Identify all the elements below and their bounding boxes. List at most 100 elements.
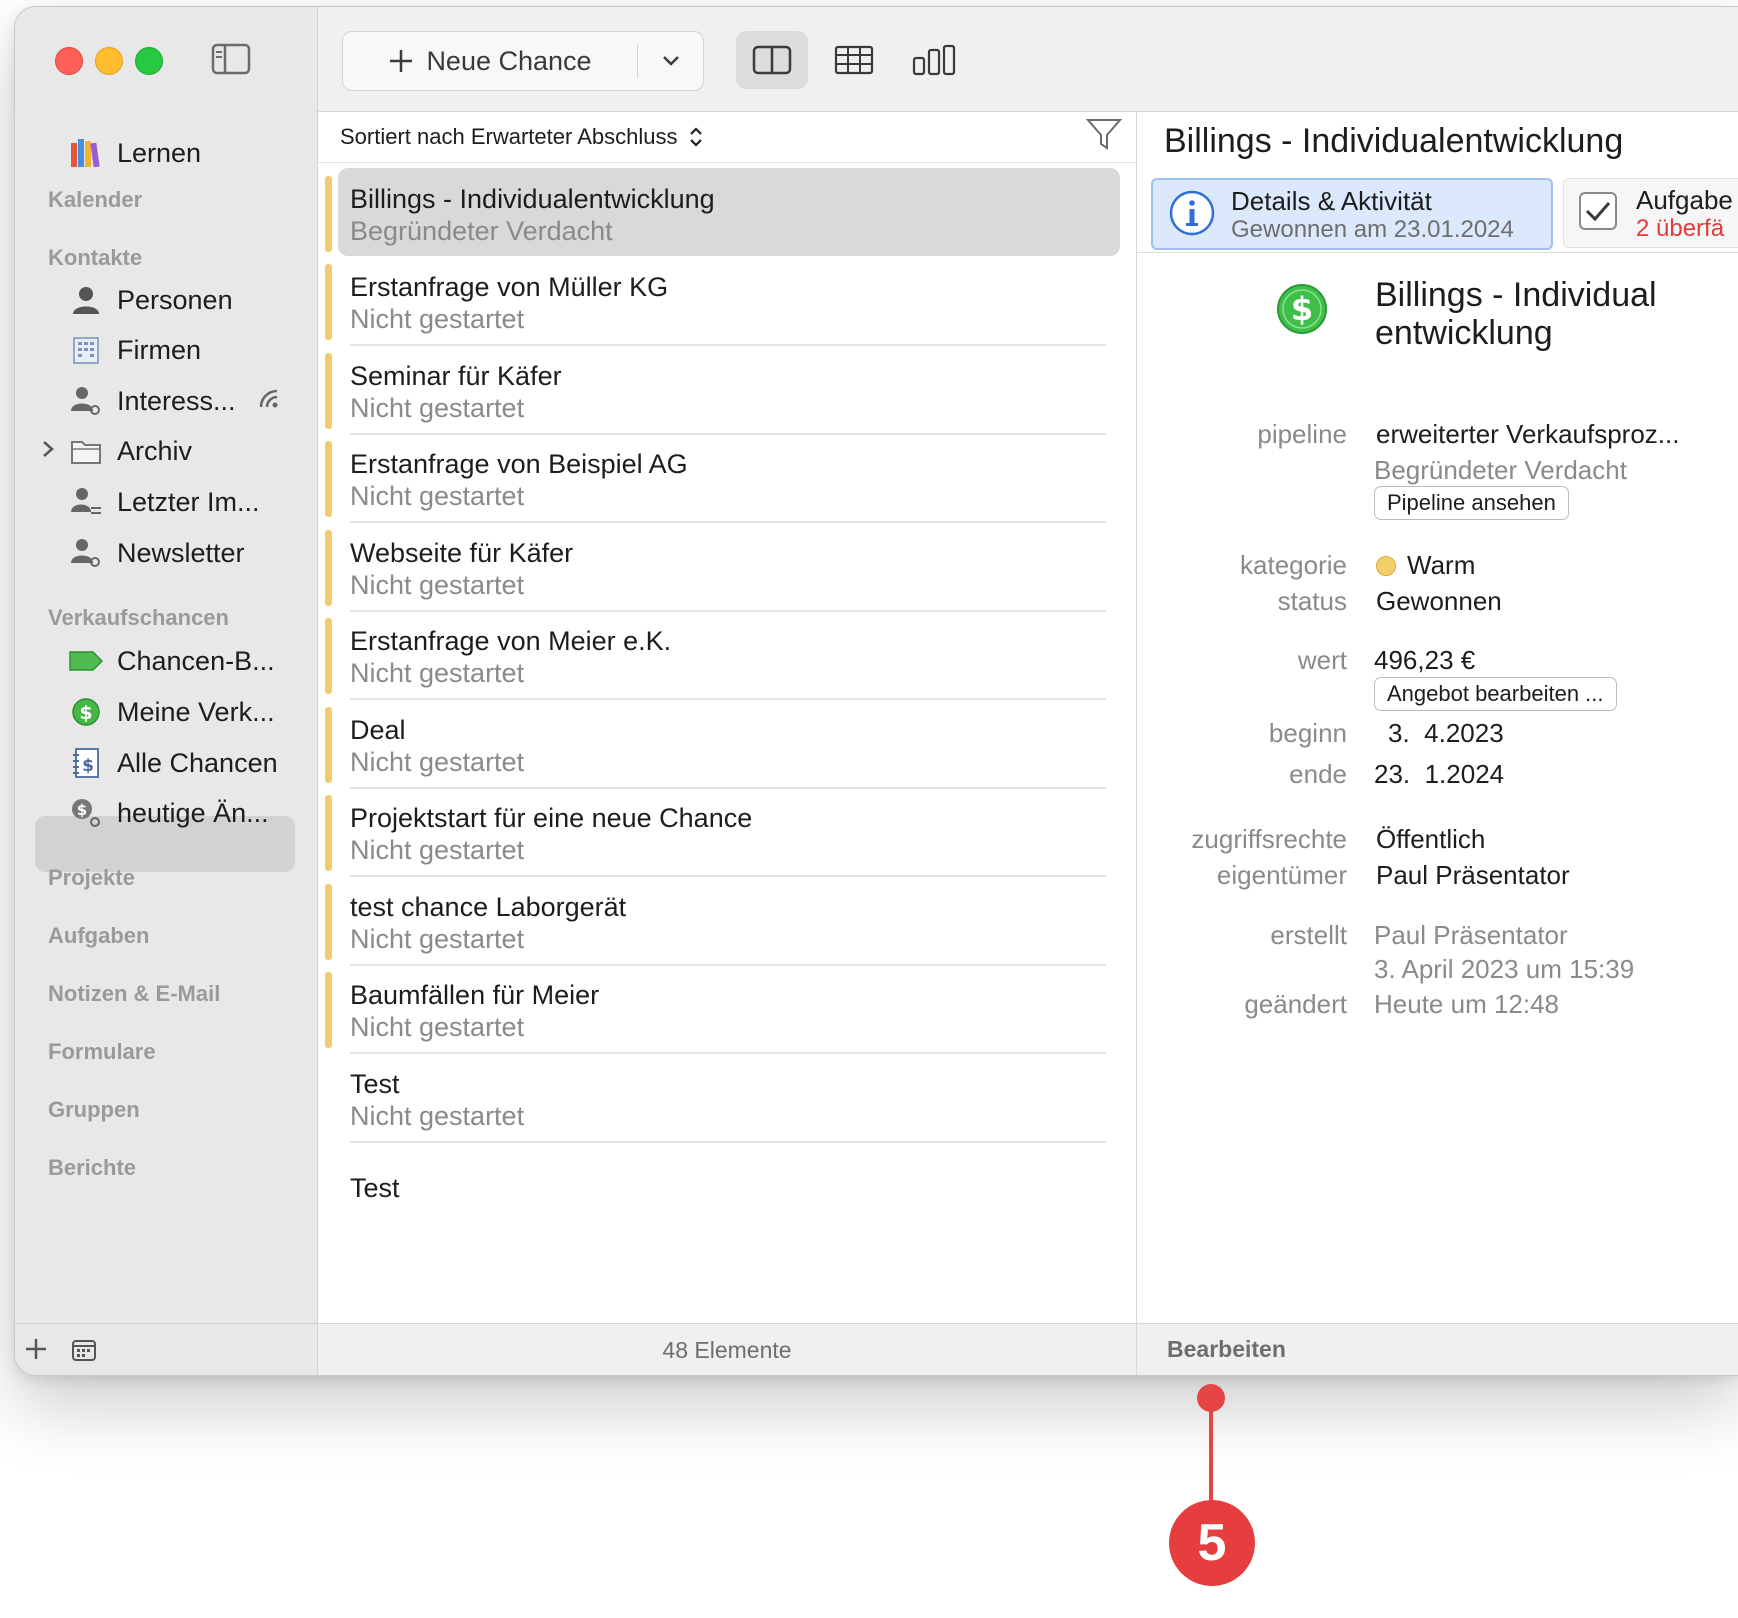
list-item[interactable]: Baumfällen für Meier Nicht gestartet xyxy=(318,964,1136,1054)
label-kategorie: kategorie xyxy=(1240,550,1347,580)
sidebar-item-interessenten[interactable]: Interess... xyxy=(67,376,280,426)
list-item[interactable]: Erstanfrage von Meier e.K. Nicht gestart… xyxy=(318,610,1136,700)
sidebar-item-personen[interactable]: Personen xyxy=(67,275,233,325)
list-item[interactable]: Erstanfrage von Müller KG Nicht gestarte… xyxy=(318,256,1136,346)
sidebar-item-letzter-import[interactable]: Letzter Im... xyxy=(67,477,260,527)
detail-title: Billings - Individualentwicklung xyxy=(1164,122,1624,160)
section-projekte[interactable]: Projekte xyxy=(48,865,135,891)
person-gear-icon xyxy=(67,534,105,572)
value-kategorie: Warm xyxy=(1407,550,1476,580)
sidebar-item-firmen[interactable]: Firmen xyxy=(67,325,201,375)
plus-icon xyxy=(388,48,414,74)
sidebar-item-label: Newsletter xyxy=(117,537,245,568)
tab-subtitle: Gewonnen am 23.01.2024 xyxy=(1231,216,1514,243)
sidebar: Lernen Kalender Kontakte Personen Firmen… xyxy=(15,7,318,1375)
dollar-notebook-icon: $ xyxy=(67,744,105,782)
sidebar-item-alle-chancen[interactable]: $ Alle Chancen xyxy=(67,738,278,788)
value-geaendert: Heute um 12:48 xyxy=(1374,989,1560,1019)
item-title: Baumfällen für Meier xyxy=(350,980,600,1010)
new-opportunity-main[interactable]: Neue Chance xyxy=(343,32,637,90)
folder-icon xyxy=(67,432,105,470)
value-erstellt-by: Paul Präsentator xyxy=(1374,920,1568,950)
table-view-icon[interactable] xyxy=(818,31,890,89)
list-item[interactable]: Projektstart für eine neue Chance Nicht … xyxy=(318,787,1136,877)
tag-icon xyxy=(67,642,105,680)
list-item[interactable]: Billings - Individualentwicklung Begründ… xyxy=(318,168,1136,256)
zoom-window-button[interactable] xyxy=(135,47,163,75)
list-item[interactable]: Erstanfrage von Beispiel AG Nicht gestar… xyxy=(318,433,1136,523)
edit-button[interactable]: Bearbeiten xyxy=(1167,1336,1286,1363)
filter-icon[interactable] xyxy=(1085,116,1123,157)
status-stripe xyxy=(325,264,332,340)
tab-subtitle: 2 überfä xyxy=(1636,215,1725,242)
section-formulare[interactable]: Formulare xyxy=(48,1039,156,1065)
value-pipeline: erweiterter Verkaufsproz... xyxy=(1376,419,1680,449)
list-item[interactable]: Test Nicht gestartet xyxy=(318,1053,1136,1143)
item-subtitle: Nicht gestartet xyxy=(350,570,525,600)
item-subtitle: Nicht gestartet xyxy=(350,393,525,423)
tab-title: Aufgabe xyxy=(1636,185,1733,215)
tab-aufgaben[interactable]: Aufgabe 2 überfä xyxy=(1563,178,1738,248)
calendar-icon[interactable] xyxy=(71,1338,97,1367)
item-title: test chance Laborgerät xyxy=(350,892,627,922)
item-subtitle: Nicht gestartet xyxy=(350,481,525,511)
status-stripe xyxy=(325,353,332,429)
close-window-button[interactable] xyxy=(55,47,83,75)
board-view-icon[interactable] xyxy=(898,31,970,89)
books-icon xyxy=(67,134,105,172)
section-gruppen[interactable]: Gruppen xyxy=(48,1097,140,1123)
value-beginn[interactable]: 3. 4.2023 xyxy=(1388,718,1504,749)
sidebar-item-label: Chancen-B... xyxy=(117,645,275,676)
sidebar-toggle-icon[interactable] xyxy=(211,43,251,80)
item-subtitle: Nicht gestartet xyxy=(350,835,525,865)
toolbar: Neue Chance xyxy=(318,7,1738,112)
value-eigentuemer: Paul Präsentator xyxy=(1376,860,1570,890)
sidebar-item-label: Firmen xyxy=(117,334,202,365)
minimize-window-button[interactable] xyxy=(95,47,123,75)
svg-text:$: $ xyxy=(79,702,92,724)
sort-selector[interactable]: Sortiert nach Erwarteter Abschluss xyxy=(340,124,703,150)
value-kategorie-wrap[interactable]: Warm xyxy=(1376,550,1475,581)
list-item[interactable]: Test xyxy=(318,1157,1136,1217)
sidebar-item-heutige-aenderungen[interactable]: $ heutige Än... xyxy=(67,788,269,838)
opportunity-name: Billings - Individualentwicklung xyxy=(1375,276,1657,352)
sidebar-item-label: Personen xyxy=(117,284,233,315)
sidebar-item-archiv[interactable]: Archiv xyxy=(67,426,192,476)
list-item[interactable]: Seminar für Käfer Nicht gestartet xyxy=(318,345,1136,435)
list-item[interactable]: Deal Nicht gestartet xyxy=(318,699,1136,789)
tab-details-aktivitaet[interactable]: Details & Aktivität Gewonnen am 23.01.20… xyxy=(1151,178,1553,250)
chevron-down-icon[interactable] xyxy=(638,55,703,67)
list-item[interactable]: test chance Laborgerät Nicht gestartet xyxy=(318,876,1136,966)
new-opportunity-label: Neue Chance xyxy=(426,45,592,76)
list-item[interactable]: Webseite für Käfer Nicht gestartet xyxy=(318,522,1136,612)
section-aufgaben[interactable]: Aufgaben xyxy=(48,923,149,949)
item-title: Billings - Individualentwicklung xyxy=(350,184,715,214)
label-status: status xyxy=(1277,586,1347,616)
sidebar-item-lernen[interactable]: Lernen xyxy=(67,128,201,178)
angebot-bearbeiten-button[interactable]: Angebot bearbeiten ... xyxy=(1374,677,1617,711)
dollar-coin-icon: $ xyxy=(1275,282,1329,341)
sidebar-item-label: heutige Än... xyxy=(117,797,269,828)
pipeline-ansehen-button[interactable]: Pipeline ansehen xyxy=(1374,486,1569,520)
sidebar-item-newsletter[interactable]: Newsletter xyxy=(67,528,245,578)
add-icon[interactable] xyxy=(23,1336,49,1367)
sort-label: Sortiert nach Erwarteter Abschluss xyxy=(340,124,678,149)
item-title: Deal xyxy=(350,715,406,745)
value-ende[interactable]: 23. 1.2024 xyxy=(1374,759,1504,790)
svg-text:$: $ xyxy=(77,801,87,819)
detail-pane: Billings - Individualentwicklung Details… xyxy=(1137,112,1738,1323)
new-opportunity-button[interactable]: Neue Chance xyxy=(342,31,704,91)
status-stripe xyxy=(325,972,332,1048)
opportunity-list: Sortiert nach Erwarteter Abschluss Billi… xyxy=(318,112,1137,1323)
section-notizen[interactable]: Notizen & E-Mail xyxy=(48,981,220,1007)
section-kalender[interactable]: Kalender xyxy=(48,187,142,213)
sidebar-item-meine-verkaufschancen[interactable]: $ Meine Verk... xyxy=(67,687,275,737)
chevron-right-icon[interactable] xyxy=(41,439,55,464)
section-verkaufschancen[interactable]: Verkaufschancen xyxy=(48,605,229,631)
section-berichte[interactable]: Berichte xyxy=(48,1155,136,1181)
value-wert: 496,23 € xyxy=(1374,645,1476,675)
sidebar-item-chancen-board[interactable]: Chancen-B... xyxy=(67,636,275,686)
item-title: Erstanfrage von Beispiel AG xyxy=(350,449,688,479)
split-view-icon[interactable] xyxy=(736,31,808,89)
section-kontakte[interactable]: Kontakte xyxy=(48,245,142,271)
